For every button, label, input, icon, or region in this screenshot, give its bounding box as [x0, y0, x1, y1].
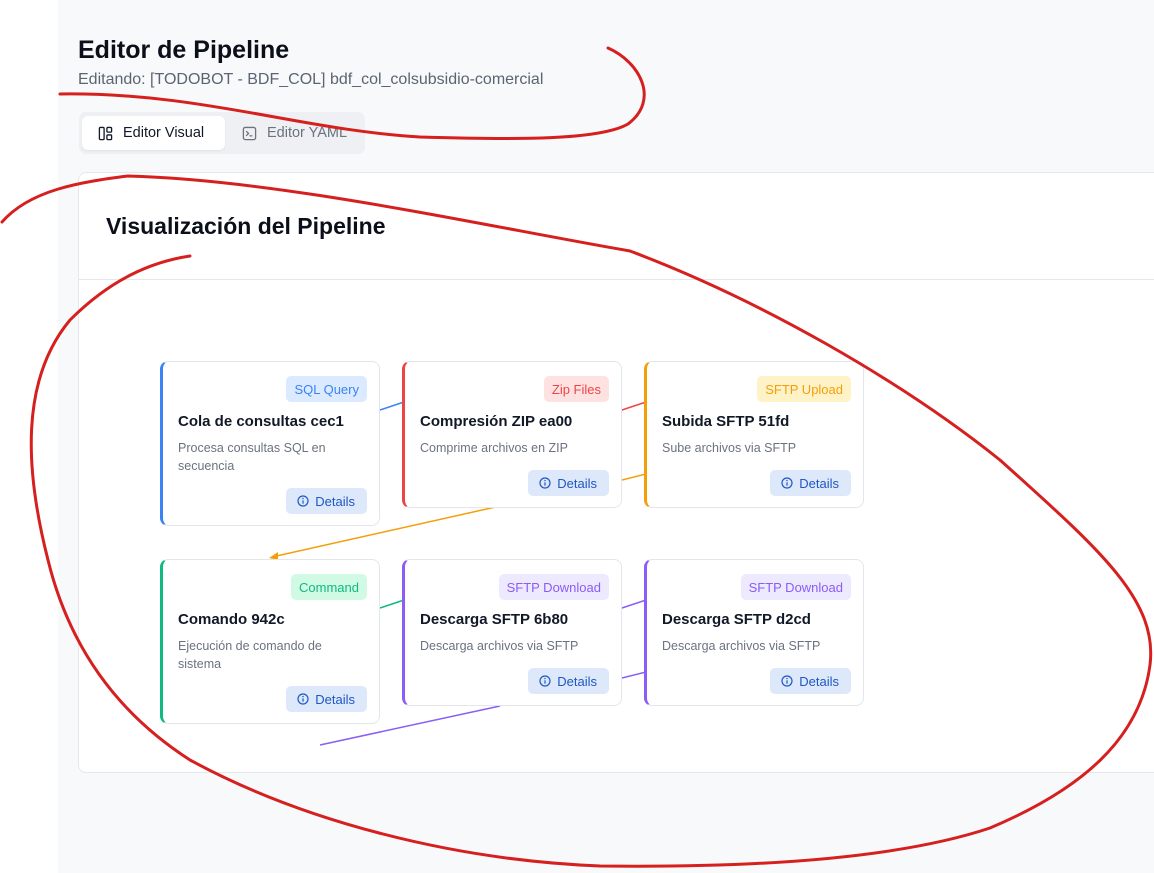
node-title: Descarga SFTP d2cd [662, 611, 811, 628]
node-description: Sube archivos via SFTP [662, 441, 797, 455]
details-label: Details [315, 691, 355, 707]
node-type-badge: SFTP Upload [757, 376, 851, 402]
node-title: Cola de consultas cec1 [178, 413, 344, 430]
info-icon [781, 477, 799, 489]
node-description: Comprime archivos en ZIP [420, 441, 568, 455]
details-button[interactable]: Details [528, 668, 609, 694]
pipeline-node-cec1[interactable]: SQL Query Cola de consultas cec1 Procesa… [160, 361, 380, 526]
details-button[interactable]: Details [528, 470, 609, 496]
info-icon [297, 495, 315, 507]
details-label: Details [557, 475, 597, 491]
node-title: Compresión ZIP ea00 [420, 413, 573, 430]
pipeline-node-d2cd[interactable]: SFTP Download Descarga SFTP d2cd Descarg… [644, 559, 864, 706]
pipeline-node-6b80[interactable]: SFTP Download Descarga SFTP 6b80 Descarg… [402, 559, 622, 706]
details-button[interactable]: Details [770, 470, 851, 496]
node-type-badge: SQL Query [286, 376, 367, 402]
info-icon [539, 675, 557, 687]
info-icon [539, 477, 557, 489]
details-button[interactable]: Details [286, 488, 367, 514]
node-description: Ejecución de comando de sistema [178, 639, 322, 671]
details-label: Details [557, 673, 597, 689]
node-type-badge: SFTP Download [498, 574, 609, 600]
info-icon [297, 693, 315, 705]
node-title: Comando 942c [178, 611, 285, 628]
info-icon [781, 675, 799, 687]
pipeline-node-51fd[interactable]: SFTP Upload Subida SFTP 51fd Sube archiv… [644, 361, 864, 508]
details-label: Details [315, 493, 355, 509]
pipeline-node-942c[interactable]: Command Comando 942c Ejecución de comand… [160, 559, 380, 724]
edge-cec1-ea00 [379, 401, 405, 411]
node-type-badge: Command [291, 574, 367, 600]
details-button[interactable]: Details [770, 668, 851, 694]
edge-942c-6b80 [379, 599, 405, 609]
edge-6b80-d2cd [621, 599, 647, 679]
details-label: Details [799, 673, 839, 689]
details-label: Details [799, 475, 839, 491]
node-description: Descarga archivos via SFTP [662, 639, 821, 653]
node-type-badge: SFTP Download [740, 574, 851, 600]
node-description: Descarga archivos via SFTP [420, 639, 579, 653]
details-button[interactable]: Details [286, 686, 367, 712]
node-type-badge: Zip Files [543, 376, 609, 402]
edge-ea00-51fd [621, 401, 647, 411]
node-title: Subida SFTP 51fd [662, 413, 790, 430]
node-title: Descarga SFTP 6b80 [420, 611, 569, 628]
pipeline-node-ea00[interactable]: Zip Files Compresión ZIP ea00 Comprime a… [402, 361, 622, 508]
node-description: Procesa consultas SQL en secuencia [178, 441, 326, 473]
